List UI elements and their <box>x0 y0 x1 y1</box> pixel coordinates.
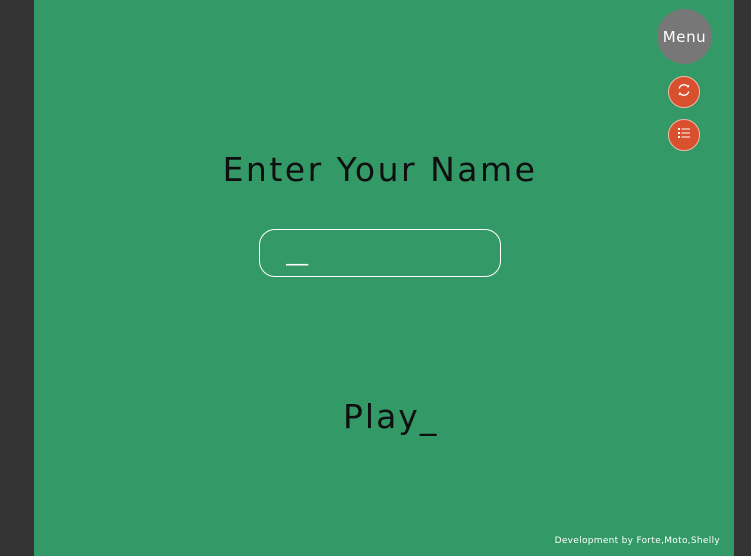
credits-text: Development by Forte,Moto,Shelly <box>554 536 720 546</box>
page-title: Enter Your Name <box>222 150 538 189</box>
list-icon <box>676 125 692 145</box>
game-stage: Menu Enter Your Name Play_ Developm <box>34 0 734 556</box>
restart-button[interactable] <box>668 76 700 108</box>
leaderboard-button[interactable] <box>668 119 700 151</box>
name-input[interactable] <box>259 229 501 277</box>
refresh-icon <box>676 82 692 102</box>
menu-button[interactable]: Menu <box>657 9 712 64</box>
play-button[interactable]: Play_ <box>343 395 443 439</box>
